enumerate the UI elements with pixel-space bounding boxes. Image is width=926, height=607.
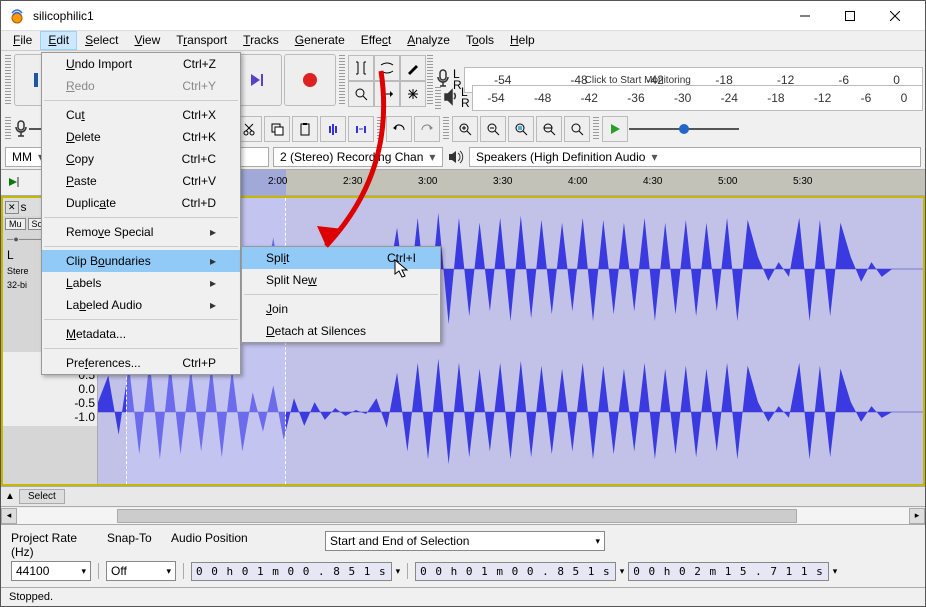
- mic-slider-icon: [13, 119, 29, 139]
- window-title: silicophilic1: [33, 9, 782, 23]
- menu-redo: RedoCtrl+Y: [42, 75, 240, 97]
- minimize-button[interactable]: [782, 1, 827, 30]
- menu-file[interactable]: File: [5, 31, 40, 50]
- playback-device-select[interactable]: Speakers (High Definition Audio▾: [469, 147, 921, 167]
- selection-toolbar: Project Rate (Hz) Snap-To Audio Position…: [1, 524, 925, 587]
- record-channels-select[interactable]: 2 (Stereo) Recording Chan▾: [273, 147, 443, 167]
- audio-position-field[interactable]: 0 0 h 0 1 m 0 0 . 8 5 1 s: [191, 562, 392, 581]
- selection-end-field[interactable]: 0 0 h 0 2 m 1 5 . 7 1 1 s: [628, 562, 829, 581]
- menu-select[interactable]: Select: [77, 31, 126, 50]
- menu-undo[interactable]: UUndo Importndo ImportCtrl+Z: [42, 53, 240, 75]
- scroll-right-button[interactable]: ▸: [909, 508, 925, 524]
- menu-labeled-audio[interactable]: Labeled Audio▸: [42, 294, 240, 316]
- menu-labels[interactable]: Labels▸: [42, 272, 240, 294]
- titlebar: silicophilic1: [1, 1, 925, 31]
- maximize-button[interactable]: [827, 1, 872, 30]
- track-collapse-strip: ▲ Select: [1, 486, 925, 506]
- menu-clip-boundaries[interactable]: Clip Boundaries▸: [42, 250, 240, 272]
- scroll-left-button[interactable]: ◂: [1, 508, 17, 524]
- snap-to-select[interactable]: Off▾: [106, 561, 176, 581]
- position-label: Audio Position: [171, 531, 321, 559]
- menu-copy[interactable]: CopyCtrl+C: [42, 148, 240, 170]
- zoom-in-button[interactable]: [452, 116, 478, 142]
- menubar: File Edit Select View Transport Tracks G…: [1, 31, 925, 51]
- menu-tools[interactable]: Tools: [458, 31, 502, 50]
- track-close-button[interactable]: ✕: [5, 201, 19, 214]
- cursor-icon: [394, 259, 410, 279]
- selection-mode-select[interactable]: Start and End of Selection▾: [325, 531, 605, 551]
- submenu-split[interactable]: SplitCtrl+I: [242, 247, 440, 269]
- project-rate-select[interactable]: 44100▾: [11, 561, 91, 581]
- record-button[interactable]: [284, 54, 336, 106]
- fit-selection-button[interactable]: [508, 116, 534, 142]
- zoom-out-button[interactable]: [480, 116, 506, 142]
- play-at-speed-button[interactable]: [602, 116, 628, 142]
- clip-boundaries-submenu: SplitCtrl+I Split New Join Detach at Sil…: [241, 246, 441, 343]
- menu-analyze[interactable]: Analyze: [399, 31, 458, 50]
- menu-cut[interactable]: CutCtrl+X: [42, 104, 240, 126]
- track-select-button[interactable]: Select: [19, 489, 65, 504]
- menu-help[interactable]: Help: [502, 31, 543, 50]
- playback-meter[interactable]: -54-48-42-36-30-24-18-12-60: [472, 85, 923, 111]
- mute-button[interactable]: Mu: [5, 218, 26, 230]
- playback-speed-slider[interactable]: [629, 119, 739, 139]
- close-button[interactable]: [872, 1, 917, 30]
- undo-button[interactable]: [386, 116, 412, 142]
- menu-transport[interactable]: Transport: [168, 31, 235, 50]
- edit-dropdown: UUndo Importndo ImportCtrl+Z RedoCtrl+Y …: [41, 52, 241, 375]
- menu-effect[interactable]: Effect: [353, 31, 399, 50]
- timeshift-tool[interactable]: [374, 81, 400, 107]
- draw-tool[interactable]: [400, 55, 426, 81]
- menu-metadata[interactable]: Metadata...: [42, 323, 240, 345]
- menu-generate[interactable]: Generate: [287, 31, 353, 50]
- menu-duplicate[interactable]: DuplicateCtrl+D: [42, 192, 240, 214]
- paste-button[interactable]: [292, 116, 318, 142]
- copy-button[interactable]: [264, 116, 290, 142]
- redo-button[interactable]: [414, 116, 440, 142]
- multi-tool[interactable]: [400, 81, 426, 107]
- app-icon: [9, 8, 25, 24]
- submenu-split-new[interactable]: Split New: [242, 269, 440, 291]
- submenu-detach[interactable]: Detach at Silences: [242, 320, 440, 342]
- fit-project-button[interactable]: [536, 116, 562, 142]
- selection-start-field[interactable]: 0 0 h 0 1 m 0 0 . 8 5 1 s: [415, 562, 616, 581]
- zoom-toggle-button[interactable]: [564, 116, 590, 142]
- trim-button[interactable]: [320, 116, 346, 142]
- rate-label: Project Rate (Hz): [11, 531, 103, 559]
- envelope-tool[interactable]: [374, 55, 400, 81]
- menu-preferences[interactable]: Preferences...Ctrl+P: [42, 352, 240, 374]
- silence-button[interactable]: [348, 116, 374, 142]
- submenu-join[interactable]: Join: [242, 298, 440, 320]
- menu-remove-special[interactable]: Remove Special▸: [42, 221, 240, 243]
- status-bar: Stopped.: [1, 587, 925, 606]
- horizontal-scrollbar[interactable]: ◂ ▸: [1, 506, 925, 524]
- menu-tracks[interactable]: Tracks: [235, 31, 287, 50]
- zoom-tool[interactable]: [348, 81, 374, 107]
- speaker-icon: [443, 85, 459, 111]
- menu-view[interactable]: View: [126, 31, 168, 50]
- audio-host-select[interactable]: MM▾: [5, 147, 45, 167]
- selection-tool[interactable]: [348, 55, 374, 81]
- snap-label: Snap-To: [107, 531, 167, 559]
- speaker-device-icon: [447, 148, 465, 166]
- menu-delete[interactable]: DeleteCtrl+K: [42, 126, 240, 148]
- menu-edit[interactable]: Edit: [40, 31, 77, 50]
- menu-paste[interactable]: PasteCtrl+V: [42, 170, 240, 192]
- collapse-track-button[interactable]: ▲: [1, 491, 19, 502]
